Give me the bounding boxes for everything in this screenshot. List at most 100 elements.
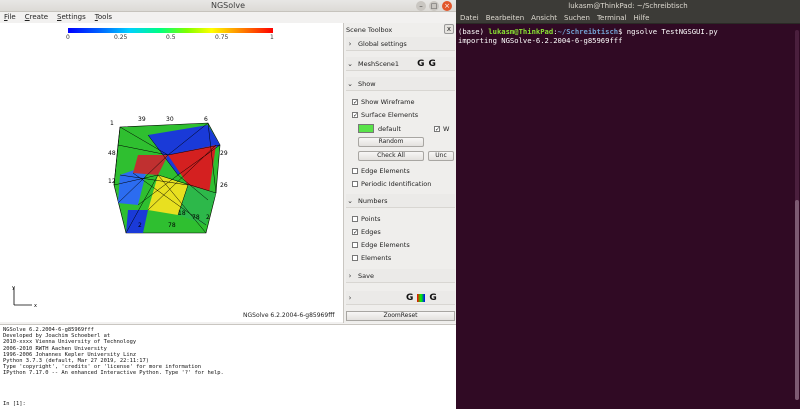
colormap-icon[interactable] <box>417 293 426 302</box>
ngsolve-titlebar[interactable]: NGSolve – □ × <box>0 0 456 12</box>
ngsolve-window: NGSolve – □ × File Create Settings Tools… <box>0 0 456 409</box>
checkbox-label: W <box>443 125 450 133</box>
section-save[interactable]: › Save <box>346 269 455 283</box>
gear-g-icon[interactable]: G <box>417 59 424 69</box>
section-label: Global settings <box>358 39 407 48</box>
section-label: Numbers <box>358 196 388 205</box>
gear-g-icon[interactable]: G <box>406 293 413 303</box>
checkbox-label: Surface Elements <box>361 111 419 119</box>
checkbox-checked-icon[interactable]: ✓ <box>352 229 358 236</box>
edge-elements-checkbox[interactable]: Edge Elements <box>352 167 410 175</box>
axis-x-label: x <box>34 303 37 309</box>
chevron-down-icon: ⌄ <box>347 79 353 88</box>
checkbox-label: Elements <box>361 254 392 262</box>
section-global-settings[interactable]: › Global settings <box>346 37 455 51</box>
chevron-down-icon: ⌄ <box>347 59 353 68</box>
svg-text:1: 1 <box>110 120 114 127</box>
checkbox-checked-icon[interactable]: ✓ <box>434 126 440 133</box>
menu-bearbeiten[interactable]: Bearbeiten <box>486 12 524 23</box>
axes-indicator: y x <box>12 285 37 309</box>
checkbox-icon[interactable] <box>352 181 358 187</box>
toolbox-title: Scene Toolbox <box>346 26 393 34</box>
section-show[interactable]: ⌄ Show <box>346 77 455 91</box>
colorbar <box>68 28 273 33</box>
periodic-identification-checkbox[interactable]: Periodic Identification <box>352 180 431 188</box>
terminal-lines: importing NGSolve-6.2.2004-6-g85969fff G… <box>458 36 798 45</box>
section-label: MeshScene1 <box>358 59 400 68</box>
gear-g-alt-icon[interactable]: G <box>429 293 436 303</box>
checkbox-icon[interactable] <box>352 168 358 174</box>
terminal-menubar: Datei Bearbeiten Ansicht Suchen Terminal… <box>456 12 800 24</box>
terminal-titlebar[interactable]: lukasm@ThinkPad: ~/Schreibtisch <box>456 0 800 12</box>
mesh-visualization: 139 30 6 48 291226 1878 22 78 <box>108 116 228 234</box>
window-title: NGSolve <box>210 1 246 10</box>
elements-checkbox[interactable]: Elements <box>352 254 391 262</box>
scrollbar-thumb[interactable] <box>795 200 799 400</box>
close-icon[interactable]: × <box>442 1 452 11</box>
section-label: Save <box>358 271 374 280</box>
svg-text:39: 39 <box>138 116 146 123</box>
scene-toolbox: Scene Toolbox x › Global settings ⌄ Mesh… <box>343 23 456 323</box>
edges-checkbox[interactable]: ✓ Edges <box>352 228 381 236</box>
menu-tools[interactable]: Tools <box>95 12 112 23</box>
random-button[interactable]: Random <box>358 137 424 147</box>
menu-hilfe[interactable]: Hilfe <box>634 12 650 23</box>
python-console[interactable]: NGSolve 6.2.2004-6-g85969fff Developed b… <box>0 324 456 409</box>
terminal-scrollbar[interactable] <box>795 30 799 400</box>
show-wireframe-checkbox[interactable]: ✓ Show Wireframe <box>352 98 415 106</box>
svg-text:26: 26 <box>220 182 228 189</box>
svg-text:30: 30 <box>166 116 174 123</box>
checkbox-icon[interactable] <box>352 255 358 261</box>
checkbox-label: Edges <box>361 228 381 236</box>
svg-text:18: 18 <box>178 210 186 217</box>
checkbox-icon[interactable] <box>352 216 358 222</box>
gl-viewport[interactable]: 0 0.25 0.5 0.75 1 1 39 30 6 48 29 12 26 <box>0 23 343 322</box>
terminal-window: lukasm@ThinkPad: ~/Schreibtisch Datei Be… <box>456 0 800 409</box>
minimize-icon[interactable]: – <box>416 1 426 11</box>
edge-elements-number-checkbox[interactable]: Edge Elements <box>352 241 410 249</box>
menu-settings[interactable]: Settings <box>57 12 86 23</box>
menu-file[interactable]: File <box>4 12 16 23</box>
checkbox-label: Edge Elements <box>361 241 410 249</box>
console-line: IPython 7.17.0 -- An enhanced Interactiv… <box>3 370 224 377</box>
checkbox-checked-icon[interactable]: ✓ <box>352 112 358 119</box>
chevron-right-icon: › <box>348 293 352 302</box>
section-scene-2[interactable]: › G G <box>346 291 455 305</box>
checkbox-checked-icon[interactable]: ✓ <box>352 99 358 106</box>
menu-terminal[interactable]: Terminal <box>597 12 627 23</box>
console-prompt[interactable]: In [1]: <box>3 401 26 407</box>
check-all-button[interactable]: Check All <box>358 151 424 161</box>
svg-text:78: 78 <box>168 222 176 229</box>
uncheck-all-button[interactable]: Unc <box>428 151 454 161</box>
prompt-command: $ ngsolve TestNGSGUI.py <box>618 27 718 36</box>
desktop: NGSolve – □ × File Create Settings Tools… <box>0 0 800 409</box>
axis-y-label: y <box>12 285 15 291</box>
terminal-line: importing NGSolve-6.2.2004-6-g85969fff <box>458 36 623 46</box>
menu-ansicht[interactable]: Ansicht <box>531 12 557 23</box>
material-visible-checkbox[interactable]: ✓ W <box>434 125 449 133</box>
chevron-right-icon: › <box>348 271 352 280</box>
zoom-reset-button[interactable]: ZoomReset <box>346 311 455 321</box>
version-label: NGSolve 6.2.2004-6-g85969fff <box>243 312 335 319</box>
toolbox-close-button[interactable]: x <box>444 24 454 34</box>
checkbox-label: Periodic Identification <box>361 180 432 188</box>
menu-create[interactable]: Create <box>25 12 48 23</box>
checkbox-label: Points <box>361 215 381 223</box>
terminal-output[interactable]: (base) lukasm@ThinkPad:~/Schreibtisch$ n… <box>458 27 798 46</box>
gear-g-alt-icon[interactable]: G <box>428 59 435 69</box>
checkbox-icon[interactable] <box>352 242 358 248</box>
svg-text:2: 2 <box>138 222 142 229</box>
checkbox-label: Edge Elements <box>361 167 410 175</box>
section-mesh-scene[interactable]: ⌄ MeshScene1 G G <box>346 57 455 71</box>
menu-suchen[interactable]: Suchen <box>564 12 590 23</box>
material-color-swatch[interactable] <box>358 124 374 133</box>
surface-elements-checkbox[interactable]: ✓ Surface Elements <box>352 111 418 119</box>
section-numbers[interactable]: ⌄ Numbers <box>346 194 455 208</box>
points-checkbox[interactable]: Points <box>352 215 381 223</box>
chevron-right-icon: › <box>348 39 352 48</box>
svg-text:2: 2 <box>206 214 210 221</box>
maximize-icon[interactable]: □ <box>429 1 439 11</box>
window-title: lukasm@ThinkPad: ~/Schreibtisch <box>568 2 688 10</box>
svg-text:6: 6 <box>204 116 208 123</box>
menu-datei[interactable]: Datei <box>460 12 479 23</box>
